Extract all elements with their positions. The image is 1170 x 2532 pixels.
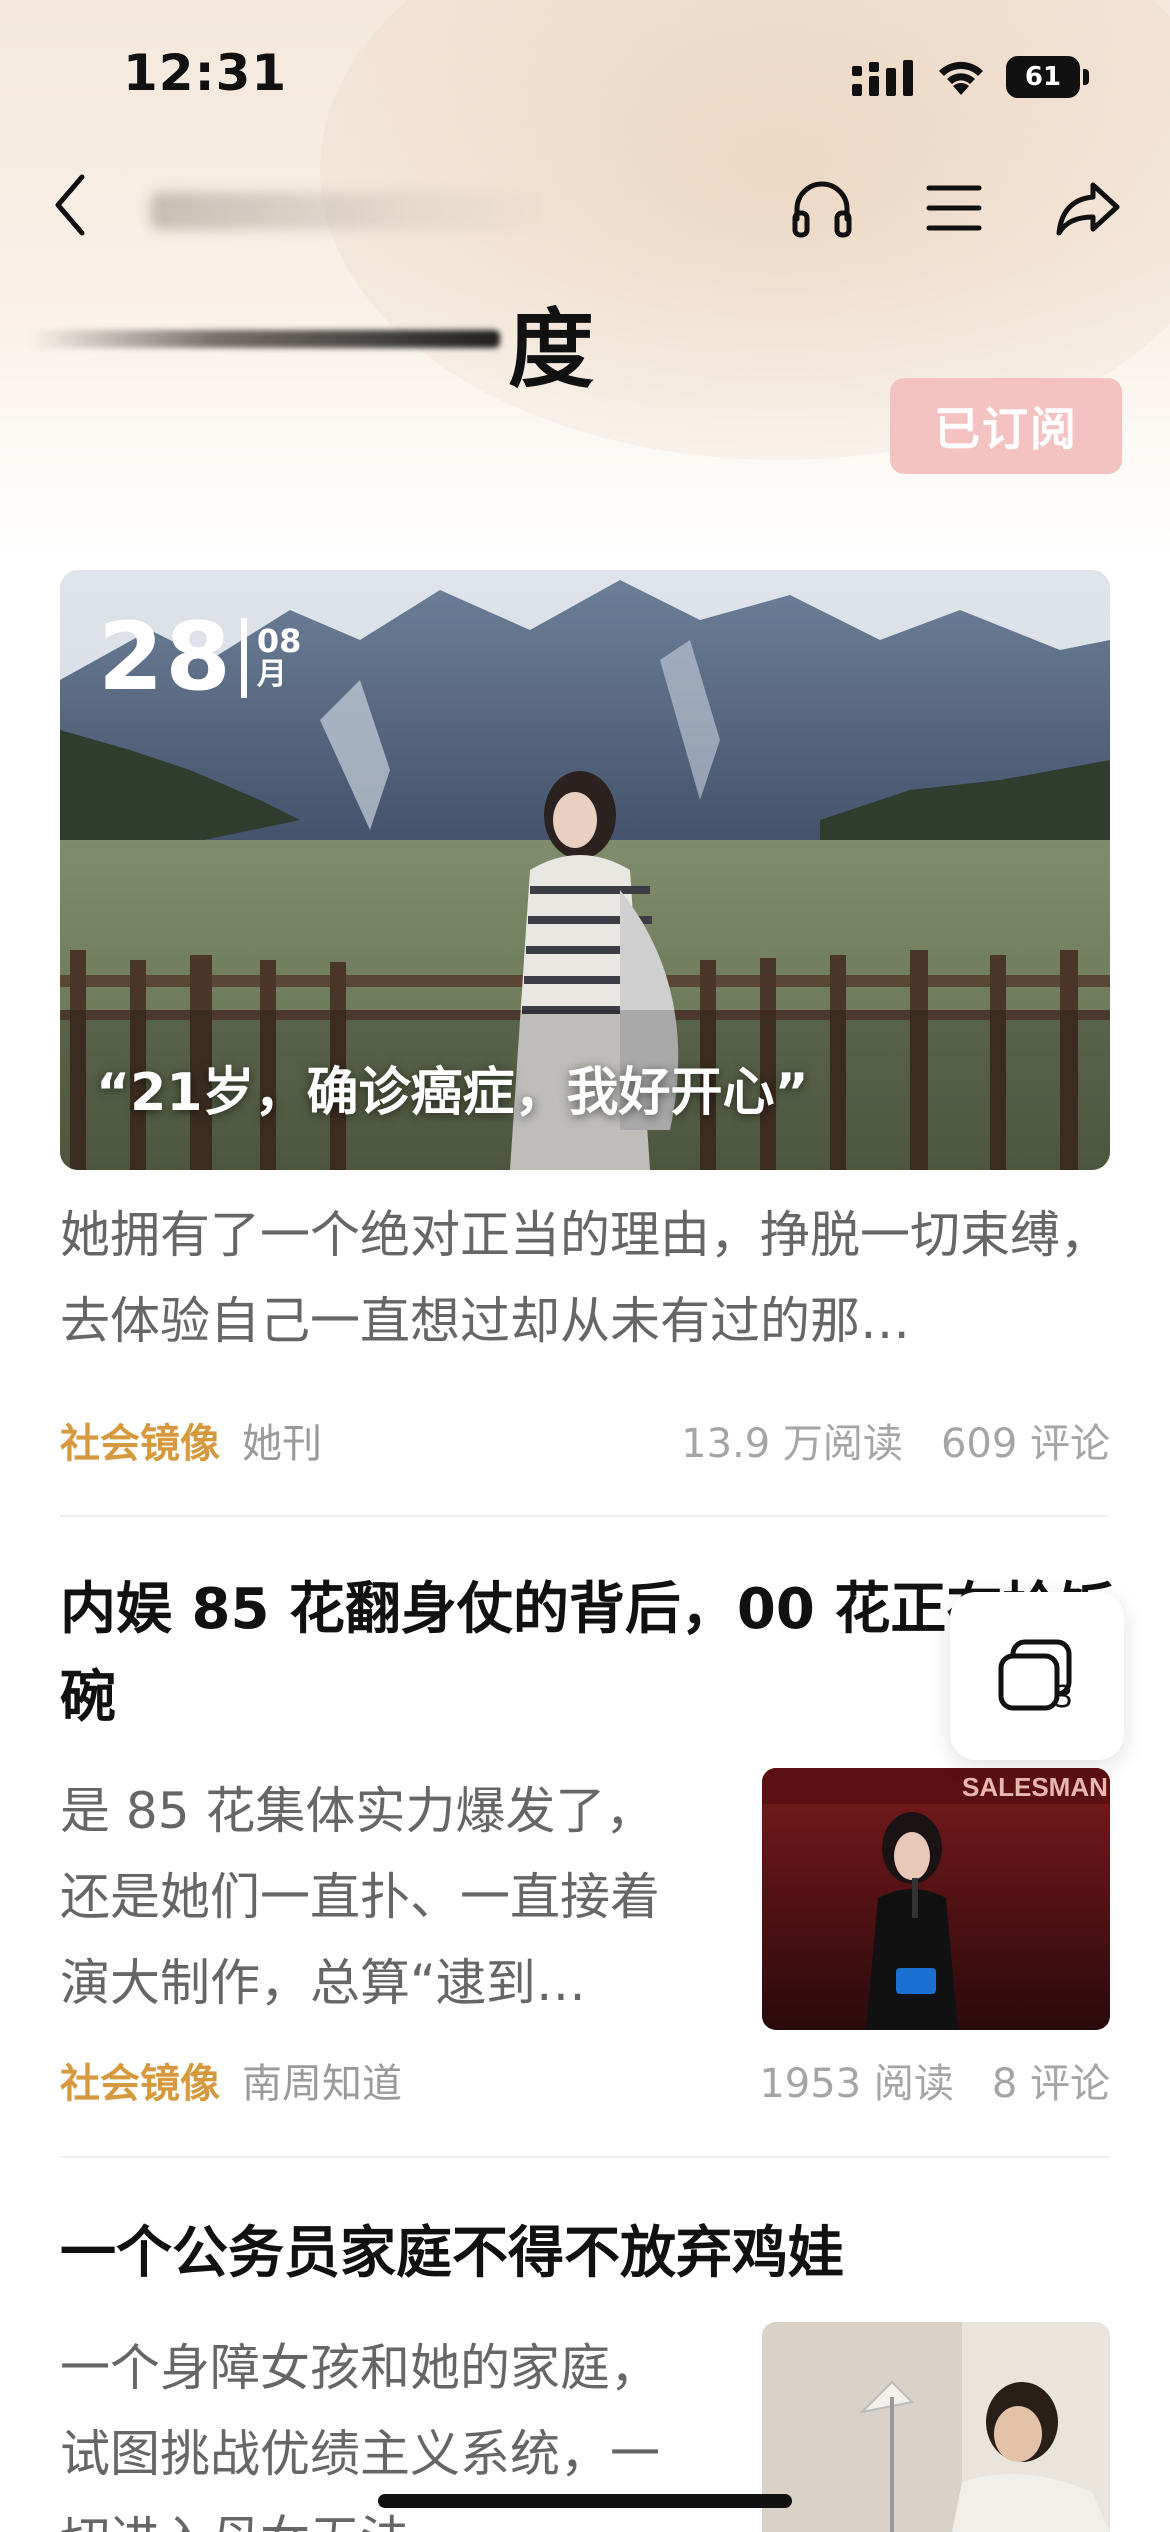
featured-date-month-unit: 月 — [256, 657, 287, 692]
article-thumbnail-image: SALESMAN — [762, 1768, 1110, 2030]
share-icon — [1056, 182, 1120, 236]
featured-article-card[interactable]: 28 08 月 “21岁，确诊癌症，我好开心” — [60, 570, 1110, 1170]
subscribed-button[interactable]: 已订阅 — [890, 378, 1122, 474]
category-tag[interactable]: 社会镜像 — [60, 2051, 220, 2109]
chevron-left-icon — [55, 174, 85, 236]
floating-windows-count: 3 — [1054, 1680, 1074, 1715]
listen-button[interactable] — [782, 168, 862, 248]
featured-article-summary[interactable]: 她拥有了一个绝对正当的理由，挣脱一切束缚，去体验自己一直想过却从未有过的那… — [60, 1192, 1120, 1364]
article-meta: 社会镜像 南周知道 1953 阅读 8 评论 — [60, 2050, 1110, 2110]
battery-tip — [1083, 69, 1089, 85]
featured-date-month-number: 08 — [256, 622, 302, 660]
article-thumbnail[interactable] — [762, 2322, 1110, 2532]
battery-icon: 61 — [1006, 56, 1090, 98]
home-indicator[interactable] — [378, 2494, 792, 2508]
article-stats: 13.9 万阅读 609 评论 — [681, 1411, 1110, 1469]
divider — [60, 2156, 1110, 2158]
article-source[interactable]: 南周知道 — [242, 2051, 402, 2109]
read-count: 1953 阅读 — [759, 2061, 954, 2107]
article-source[interactable]: 她刊 — [242, 1411, 322, 1469]
battery-level: 61 — [1006, 56, 1080, 98]
screen: 12:31 61 度 已订阅 28 08 月 “21岁，确诊癌症，我好开心” 她… — [0, 0, 1170, 2532]
menu-icon — [926, 185, 982, 231]
date-separator — [240, 618, 247, 698]
nav-title-blurred — [150, 192, 550, 230]
read-count: 13.9 万阅读 — [681, 1421, 903, 1467]
status-bar: 12:31 61 — [0, 0, 1170, 150]
wifi-icon — [939, 61, 983, 95]
thumbnail-backdrop-text: SALESMAN — [962, 1772, 1108, 1802]
featured-date: 28 08 月 — [98, 608, 301, 708]
back-button[interactable] — [40, 165, 100, 245]
channel-title: 度 — [508, 300, 594, 400]
cellular-signal-icon — [852, 60, 913, 96]
article-title[interactable]: 一个公务员家庭不得不放弃鸡娃 — [60, 2210, 1120, 2298]
featured-date-month: 08 月 — [257, 624, 302, 692]
headphones-icon — [792, 181, 852, 238]
article-thumbnail-image — [762, 2322, 1110, 2532]
comment-count: 8 评论 — [991, 2061, 1110, 2107]
category-tag[interactable]: 社会镜像 — [60, 1411, 220, 1469]
share-button[interactable] — [1044, 168, 1132, 248]
comment-count: 609 评论 — [940, 1421, 1110, 1467]
status-time: 12:31 — [123, 44, 288, 102]
floating-windows-button[interactable]: 3 — [950, 1592, 1124, 1760]
menu-button[interactable] — [914, 168, 994, 248]
article-stats: 1953 阅读 8 评论 — [759, 2051, 1110, 2109]
divider — [60, 1515, 1110, 1517]
article-thumbnail[interactable]: SALESMAN — [762, 1768, 1110, 2030]
featured-date-day: 28 — [98, 603, 233, 712]
featured-article-title: “21岁，确诊癌症，我好开心” — [96, 1063, 809, 1123]
featured-article-meta: 社会镜像 她刊 13.9 万阅读 609 评论 — [60, 1410, 1110, 1470]
article-summary[interactable]: 是 85 花集体实力爆发了，还是她们一直扑、一直接着演大制作，总算“逮到… — [60, 1768, 700, 2026]
channel-name-blurred — [30, 330, 500, 348]
